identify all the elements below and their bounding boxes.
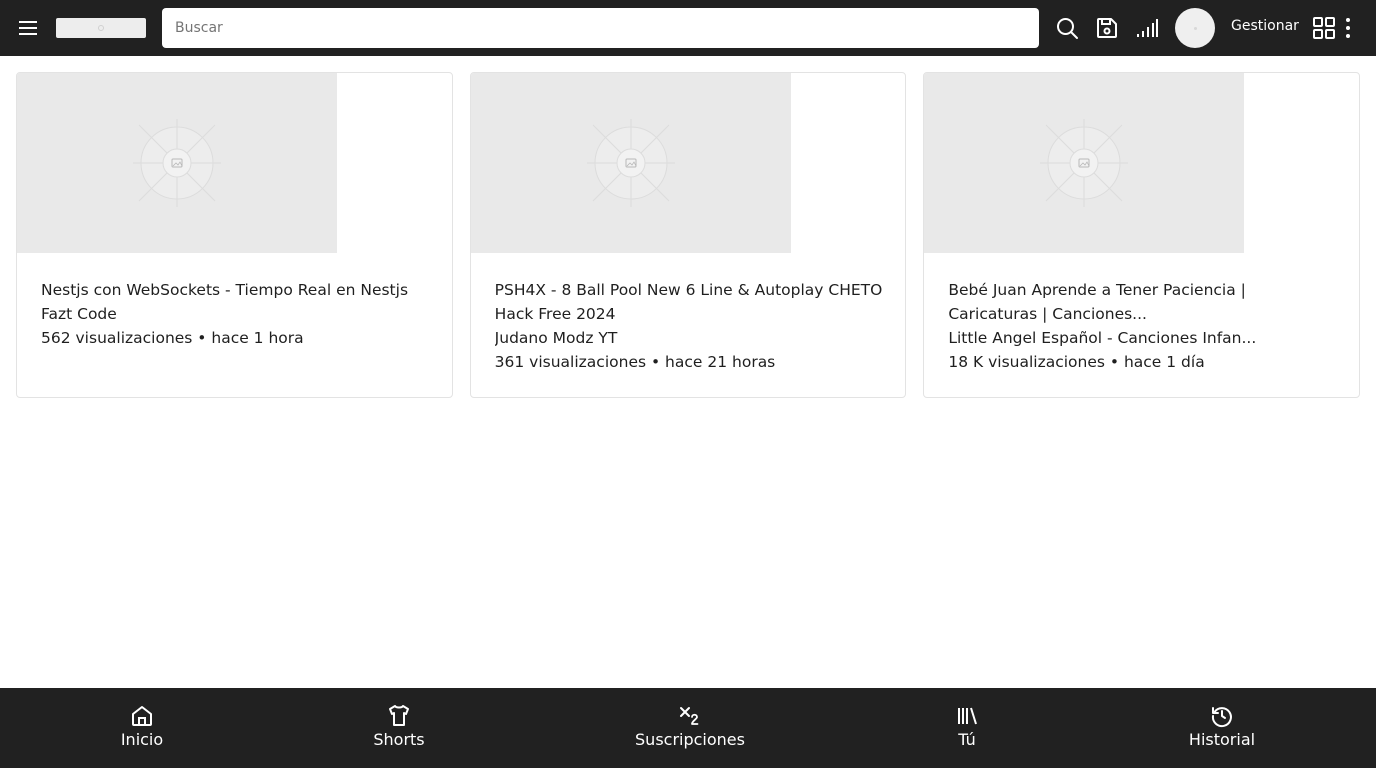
video-title-continued: Caricaturas | Canciones...	[948, 305, 1147, 323]
video-meta: 562 visualizaciones • hace 1 hora	[41, 329, 304, 347]
video-info: PSH4X - 8 Ball Pool New 6 Line & Autopla…	[495, 278, 894, 374]
video-info: Nestjs con WebSockets - Tiempo Real en N…	[41, 278, 440, 350]
search-input[interactable]	[162, 8, 1039, 48]
home-icon	[132, 706, 152, 726]
channel-name[interactable]: Little Angel Español - Canciones Infan..…	[948, 326, 1347, 350]
history-icon	[1211, 707, 1232, 728]
video-meta: 361 visualizaciones • hace 21 horas	[494, 353, 776, 371]
signal-icon	[1137, 19, 1158, 37]
apps-grid-icon	[1313, 17, 1335, 39]
video-thumbnail[interactable]	[17, 73, 337, 253]
subscript-icon	[680, 707, 699, 725]
more-button[interactable]	[1334, 14, 1362, 42]
top-app-bar: Gestionar	[0, 0, 1376, 56]
logo-mark	[98, 25, 104, 31]
channel-name[interactable]: Judano Modz YT	[495, 326, 894, 350]
logo[interactable]	[56, 18, 146, 38]
video-title-continued: Hack Free 2024	[494, 305, 616, 323]
video-title: PSH4X - 8 Ball Pool New 6 Line & Autopla…	[494, 281, 883, 299]
video-thumbnail[interactable]	[470, 73, 791, 253]
image-placeholder-icon	[133, 119, 221, 207]
manage-link[interactable]: Gestionar	[1231, 18, 1299, 34]
image-placeholder-icon	[586, 119, 675, 207]
video-title: Nestjs con WebSockets - Tiempo Real en N…	[41, 281, 409, 299]
save-icon	[1097, 18, 1117, 38]
menu-icon	[19, 21, 37, 35]
menu-button[interactable]	[14, 14, 42, 42]
save-button[interactable]	[1093, 14, 1121, 42]
library-icon	[958, 707, 977, 725]
signal-button[interactable]	[1133, 14, 1161, 42]
video-card[interactable]: PSH4X - 8 Ball Pool New 6 Line & Autopla…	[469, 72, 907, 398]
more-vert-icon	[1346, 18, 1350, 38]
video-card[interactable]: Nestjs con WebSockets - Tiempo Real en N…	[16, 72, 453, 398]
shirt-icon	[389, 705, 409, 726]
nav-label: Tú	[958, 730, 976, 749]
video-info: Bebé Juan Aprende a Tener Paciencia | Ca…	[948, 278, 1347, 374]
video-grid: Nestjs con WebSockets - Tiempo Real en N…	[16, 72, 1361, 398]
avatar-placeholder	[1193, 26, 1197, 30]
nav-label: Suscripciones	[635, 730, 745, 749]
nav-item-shorts[interactable]: Shorts	[349, 688, 449, 768]
bottom-navigation: Inicio Shorts Suscripciones Tú Historial	[0, 688, 1376, 768]
video-card[interactable]: Bebé Juan Aprende a Tener Paciencia | Ca…	[923, 72, 1361, 398]
nav-label: Shorts	[373, 730, 425, 749]
channel-name[interactable]: Fazt Code	[41, 302, 440, 326]
video-thumbnail[interactable]	[924, 73, 1245, 253]
nav-item-inicio[interactable]: Inicio	[92, 688, 192, 768]
video-meta: 18 K visualizaciones • hace 1 día	[948, 353, 1205, 371]
search-icon	[1057, 18, 1078, 39]
search-button[interactable]	[1053, 14, 1081, 42]
image-placeholder-icon	[1040, 119, 1129, 207]
avatar[interactable]	[1175, 8, 1215, 48]
nav-label: Inicio	[120, 730, 164, 749]
nav-item-tu[interactable]: Tú	[917, 688, 1017, 768]
video-title: Bebé Juan Aprende a Tener Paciencia |	[948, 281, 1246, 299]
nav-label: Historial	[1188, 730, 1256, 749]
nav-item-suscripciones[interactable]: Suscripciones	[625, 688, 755, 768]
nav-item-historial[interactable]: Historial	[1172, 688, 1272, 768]
